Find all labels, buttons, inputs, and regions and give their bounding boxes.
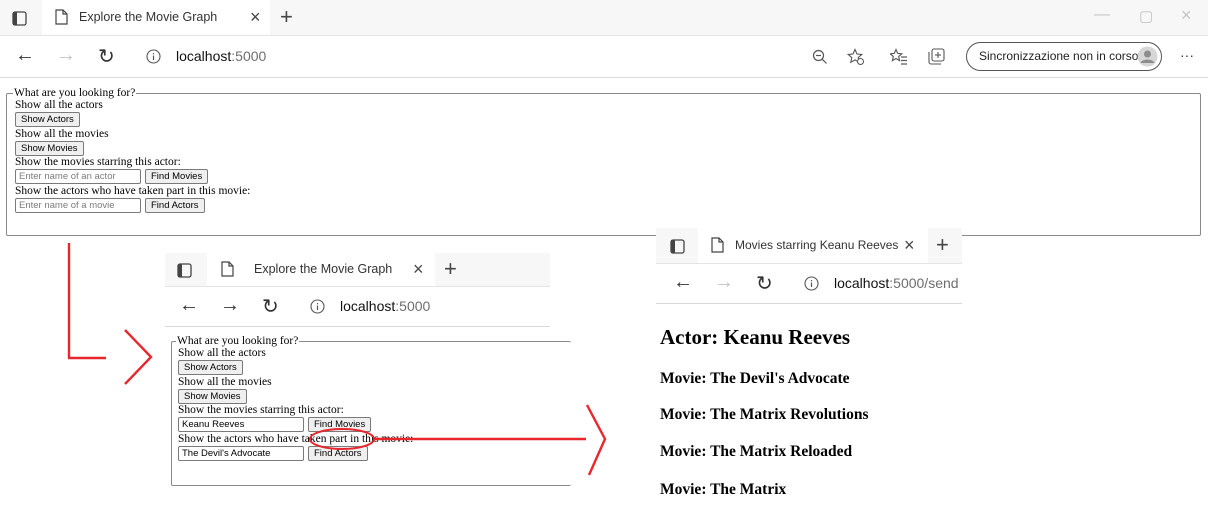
show-actors-button[interactable]: Show Actors	[15, 112, 80, 127]
search-fieldset: What are you looking for? Show all the a…	[6, 87, 1201, 236]
arrowhead-icon	[585, 404, 607, 476]
zoom-search-fieldset: What are you looking for? Show all the a…	[171, 335, 571, 486]
url-field[interactable]: localhost:5000	[134, 41, 954, 72]
result-tab-strip: Movies starring Keanu Reeves × +	[656, 228, 962, 264]
tab-explore-movie-graph[interactable]: Explore the Movie Graph ×	[42, 0, 270, 35]
show-actors-text: Show all the actors	[15, 99, 103, 111]
page-icon	[711, 237, 724, 253]
show-actors-button[interactable]: Show Actors	[178, 360, 243, 375]
avatar-icon	[1137, 46, 1158, 67]
tab-title: Explore the Movie Graph	[79, 10, 218, 24]
back-icon[interactable]: ←	[179, 294, 199, 317]
collections-icon[interactable]	[928, 48, 945, 65]
connector-arrow-line	[67, 243, 106, 360]
main-tab-strip: Explore the Movie Graph × + — ▢ ×	[0, 0, 1208, 36]
url-path: :5000/send	[889, 275, 959, 291]
fieldset-legend: What are you looking for?	[177, 335, 299, 347]
actor-query-text: Show the movies starring this actor:	[15, 156, 181, 168]
maximize-icon[interactable]: ▢	[1139, 7, 1153, 25]
show-movies-button[interactable]: Show Movies	[178, 388, 247, 404]
find-movies-button[interactable]: Find Movies	[145, 169, 209, 184]
add-favorite-icon[interactable]	[847, 48, 865, 66]
new-tab-icon[interactable]: +	[444, 256, 457, 282]
show-movies-text: Show all the movies	[178, 375, 272, 388]
tab-movies-starring[interactable]: Movies starring Keanu Reeves ×	[698, 228, 928, 263]
close-tab-icon[interactable]: ×	[413, 259, 424, 280]
tab-title: Movies starring Keanu Reeves	[735, 238, 899, 252]
zoom-tab-strip: Explore the Movie Graph × +	[165, 253, 550, 287]
movie-heading: Movie: The Matrix Reloaded	[660, 443, 853, 460]
find-actors-button[interactable]: Find Actors	[145, 197, 205, 213]
minimize-icon[interactable]: —	[1094, 6, 1110, 24]
page-icon	[221, 261, 234, 277]
sync-label: Sincronizzazione non in corso	[979, 49, 1139, 63]
movie-heading: Movie: The Matrix Revolutions	[660, 406, 869, 423]
more-menu-icon[interactable]: ···	[1180, 47, 1194, 63]
page-icon	[55, 9, 68, 25]
back-icon[interactable]: ←	[15, 44, 35, 67]
close-tab-icon[interactable]: ×	[904, 235, 915, 256]
refresh-icon[interactable]: ↻	[756, 271, 773, 296]
favorites-icon[interactable]	[890, 48, 908, 66]
tab-actions-icon[interactable]	[177, 263, 192, 278]
movie-query-text: Show the actors who have taken part in t…	[15, 184, 251, 197]
forward-icon[interactable]: →	[56, 44, 76, 67]
actor-name-input[interactable]: Keanu Reeves	[178, 417, 304, 432]
url-field[interactable]: localhost:5000/send	[834, 275, 959, 291]
url-port: :5000	[231, 48, 267, 64]
tab-actions-icon[interactable]	[12, 11, 27, 26]
movie-heading: Movie: The Devil's Advocate	[660, 370, 850, 387]
url-host: localhost	[834, 275, 890, 291]
fieldset-legend: What are you looking for?	[14, 87, 136, 99]
show-movies-button[interactable]: Show Movies	[15, 140, 84, 156]
info-icon[interactable]	[310, 299, 325, 314]
actor-heading: Actor: Keanu Reeves	[660, 325, 851, 349]
forward-icon[interactable]: →	[714, 271, 734, 294]
tab-actions-icon[interactable]	[670, 239, 685, 254]
zoom-out-icon[interactable]	[812, 49, 828, 65]
movie-heading: Movie: The Matrix	[660, 481, 787, 498]
tab-title: Explore the Movie Graph	[254, 262, 393, 276]
zoom-address-bar: ← → ↻ localhost:5000	[165, 287, 550, 327]
sync-button[interactable]: Sincronizzazione non in corso	[966, 42, 1162, 71]
refresh-icon[interactable]: ↻	[262, 294, 279, 319]
new-tab-icon[interactable]: +	[936, 232, 949, 258]
actor-query-text: Show the movies starring this actor:	[178, 404, 344, 416]
find-actors-button[interactable]: Find Actors	[308, 445, 368, 461]
show-movies-text: Show all the movies	[15, 127, 109, 140]
find-movies-button[interactable]: Find Movies	[308, 417, 372, 432]
close-tab-icon[interactable]: ×	[250, 7, 261, 28]
result-address-bar: ← → ↻ localhost:5000/send	[656, 264, 962, 304]
info-icon[interactable]	[804, 276, 819, 291]
back-icon[interactable]: ←	[673, 271, 693, 294]
movie-name-input[interactable]: The Devil's Advocate	[178, 445, 304, 461]
close-window-icon[interactable]: ×	[1181, 5, 1192, 26]
forward-icon[interactable]: →	[220, 294, 240, 317]
refresh-icon[interactable]: ↻	[98, 44, 115, 69]
movie-name-input[interactable]: Enter name of a movie	[15, 197, 141, 213]
new-tab-icon[interactable]: +	[280, 4, 293, 30]
url-field[interactable]: localhost:5000	[340, 298, 430, 314]
url-port: :5000	[395, 298, 431, 314]
actor-name-input[interactable]: Enter name of an actor	[15, 169, 141, 184]
movie-query-text: Show the actors who have taken part in t…	[178, 432, 414, 445]
arrowhead-icon	[124, 329, 153, 385]
info-icon[interactable]	[146, 49, 161, 64]
url-host: localhost	[176, 48, 232, 64]
tab-explore-movie-graph[interactable]: Explore the Movie Graph ×	[207, 253, 435, 286]
main-address-bar: ← → ↻ localhost:5000 Sincronizzazione no…	[0, 36, 1208, 78]
url-host: localhost	[340, 298, 396, 314]
show-actors-text: Show all the actors	[178, 347, 266, 359]
